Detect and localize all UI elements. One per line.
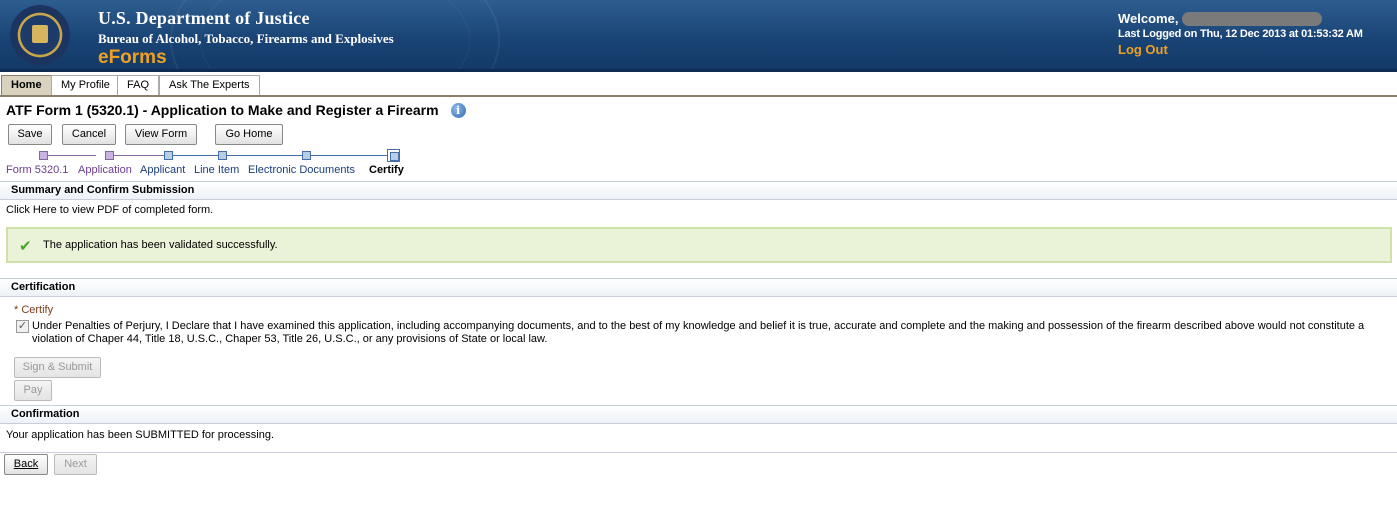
train-connector bbox=[311, 155, 387, 156]
logout-link[interactable]: Log Out bbox=[1118, 42, 1363, 57]
sign-submit-button[interactable]: Sign & Submit bbox=[14, 357, 101, 378]
redacted-username bbox=[1182, 11, 1323, 26]
atf-seal-logo bbox=[10, 5, 70, 65]
pdf-link[interactable]: Click Here to view PDF of completed form… bbox=[6, 204, 213, 216]
next-button[interactable]: Next bbox=[54, 454, 97, 475]
step-visited-icon bbox=[105, 151, 114, 160]
certify-checkbox[interactable]: ✓ bbox=[16, 320, 29, 333]
train-label: Application bbox=[78, 164, 132, 176]
welcome-line: Welcome, bbox=[1118, 11, 1363, 26]
train-connector bbox=[227, 155, 302, 156]
step-current-icon bbox=[387, 149, 400, 162]
step-train: Form 5320.1 Application Applicant Line I… bbox=[0, 148, 420, 178]
checkmark-icon: ✔ bbox=[19, 238, 32, 255]
step-next-icon bbox=[302, 151, 311, 160]
info-icon[interactable]: i bbox=[450, 102, 466, 118]
go-home-button[interactable]: Go Home bbox=[215, 124, 283, 145]
step-next-icon bbox=[164, 151, 173, 160]
agency-name: U.S. Department of Justice Bureau of Alc… bbox=[98, 8, 394, 69]
tab-ask-the-experts[interactable]: Ask The Experts bbox=[159, 75, 260, 95]
train-label: Line Item bbox=[194, 164, 240, 176]
train-label: Form 5320.1 bbox=[6, 164, 69, 176]
tab-faq[interactable]: FAQ bbox=[117, 75, 160, 95]
user-panel: Welcome, Last Logged on Thu, 12 Dec 2013… bbox=[1118, 11, 1363, 57]
train-label: Certify bbox=[369, 164, 404, 176]
success-banner: ✔ The application has been validated suc… bbox=[6, 227, 1392, 263]
save-button[interactable]: Save bbox=[8, 124, 52, 145]
confirmation-message: Your application has been SUBMITTED for … bbox=[6, 429, 275, 441]
tab-bar: Home My Profile FAQ Ask The Experts bbox=[0, 75, 1397, 97]
success-message: The application has been validated succe… bbox=[43, 239, 278, 251]
back-button[interactable]: Back bbox=[4, 454, 48, 475]
summary-header: Summary and Confirm Submission bbox=[0, 181, 1397, 200]
tab-home[interactable]: Home bbox=[1, 75, 52, 95]
agency-line2: Bureau of Alcohol, Tobacco, Firearms and… bbox=[98, 31, 394, 46]
divider bbox=[0, 452, 1397, 453]
certify-required-label: * Certify bbox=[14, 304, 54, 316]
page-title: ATF Form 1 (5320.1) - Application to Mak… bbox=[6, 102, 439, 118]
certification-statement: Under Penalties of Perjury, I Declare th… bbox=[32, 320, 1365, 345]
train-label: Electronic Documents bbox=[248, 164, 355, 176]
cancel-button[interactable]: Cancel bbox=[62, 124, 116, 145]
step-visited-icon bbox=[39, 151, 48, 160]
back-label: Back bbox=[13, 458, 39, 470]
step-next-icon bbox=[218, 151, 227, 160]
pay-button[interactable]: Pay bbox=[14, 380, 52, 401]
page-title-row: ATF Form 1 (5320.1) - Application to Mak… bbox=[6, 102, 466, 118]
confirmation-header: Confirmation bbox=[0, 405, 1397, 424]
train-connector bbox=[48, 155, 96, 156]
eforms-logo[interactable]: eForms bbox=[98, 47, 394, 69]
agency-line1: U.S. Department of Justice bbox=[98, 8, 310, 28]
view-form-button[interactable]: View Form bbox=[125, 124, 197, 145]
train-label: Applicant bbox=[140, 164, 186, 176]
last-logged: Last Logged on Thu, 12 Dec 2013 at 01:53… bbox=[1118, 28, 1363, 40]
tab-my-profile[interactable]: My Profile bbox=[51, 75, 120, 95]
welcome-label: Welcome, bbox=[1118, 11, 1179, 26]
train-connector bbox=[114, 155, 164, 156]
certification-header: Certification bbox=[0, 278, 1397, 297]
train-connector bbox=[173, 155, 218, 156]
site-header: U.S. Department of Justice Bureau of Alc… bbox=[0, 0, 1397, 72]
